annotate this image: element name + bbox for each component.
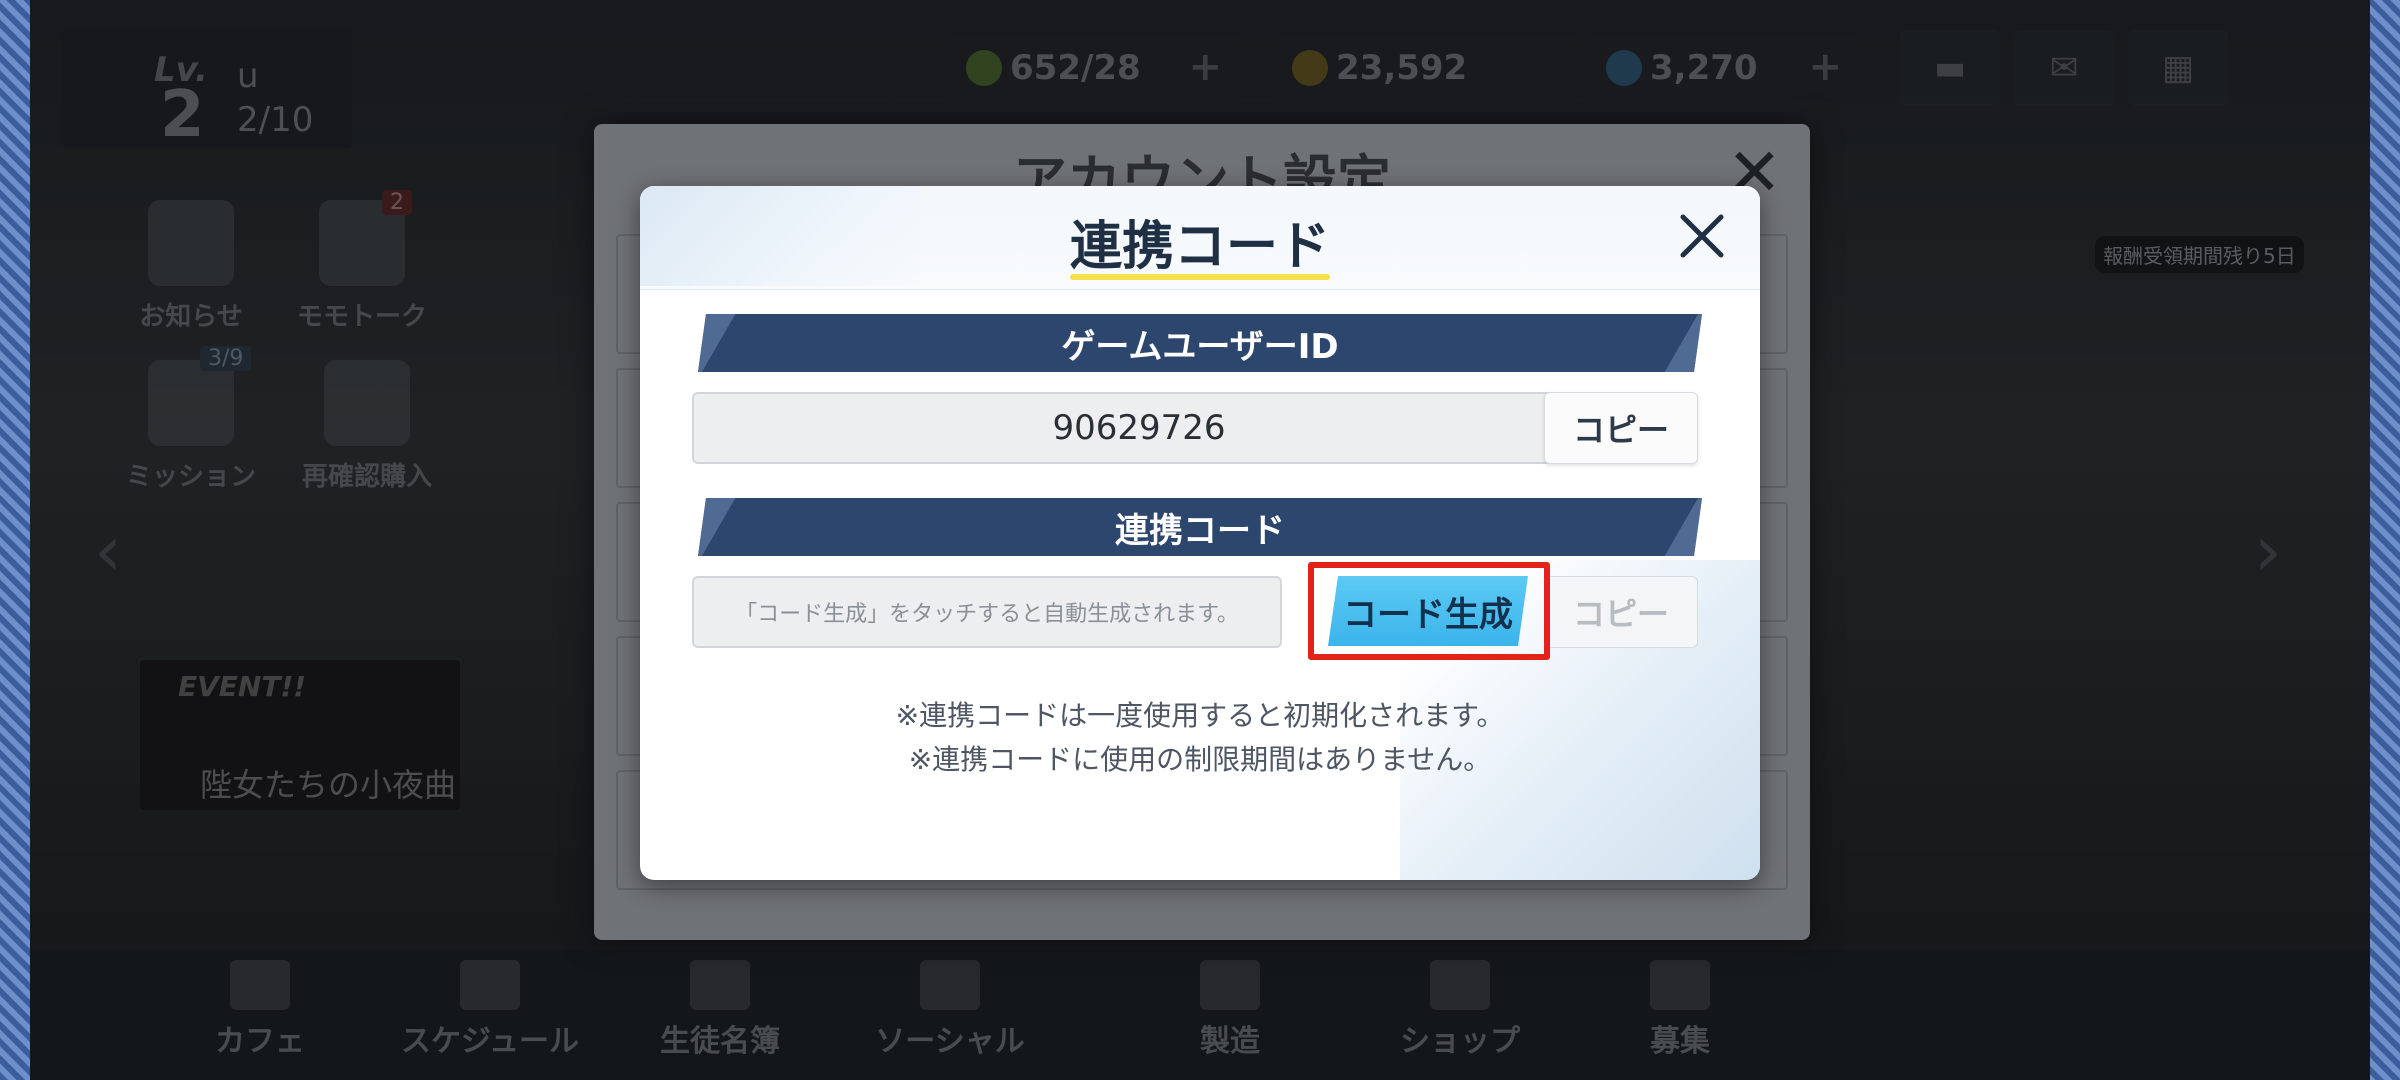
link-code-placeholder: 「コード生成」をタッチすると自動生成されます。 [735, 602, 1239, 627]
link-code-header-label: 連携コード [1115, 510, 1285, 551]
copy-link-code-button[interactable]: コピー [1544, 576, 1698, 648]
copy-user-id-label: コピー [1572, 411, 1669, 449]
copy-link-code-label: コピー [1572, 595, 1669, 633]
user-id-value: 90629726 [1052, 408, 1226, 448]
modal-title: 連携コード [1069, 217, 1330, 277]
user-id-header-label: ゲームユーザーID [1061, 326, 1339, 367]
title-underline [1070, 274, 1330, 280]
copy-user-id-button[interactable]: コピー [1544, 392, 1698, 464]
link-code-note-2: ※連携コードに使用の制限期間はありません。 [908, 743, 1492, 776]
highlight-box [1308, 562, 1550, 660]
user-id-field: 90629726 [692, 392, 1586, 464]
modal-close-button[interactable] [1674, 208, 1730, 264]
link-code-header: 連携コード [698, 498, 1702, 556]
close-icon [1680, 214, 1724, 258]
link-code-modal: 連携コード ゲームユーザーID 90629726 コピー 連携コード 「コード生… [640, 186, 1760, 880]
user-id-header: ゲームユーザーID [698, 314, 1702, 372]
link-code-field: 「コード生成」をタッチすると自動生成されます。 [692, 576, 1282, 648]
modal-header: 連携コード [640, 186, 1760, 290]
link-code-note-1: ※連携コードは一度使用すると初期化されます。 [895, 699, 1505, 732]
